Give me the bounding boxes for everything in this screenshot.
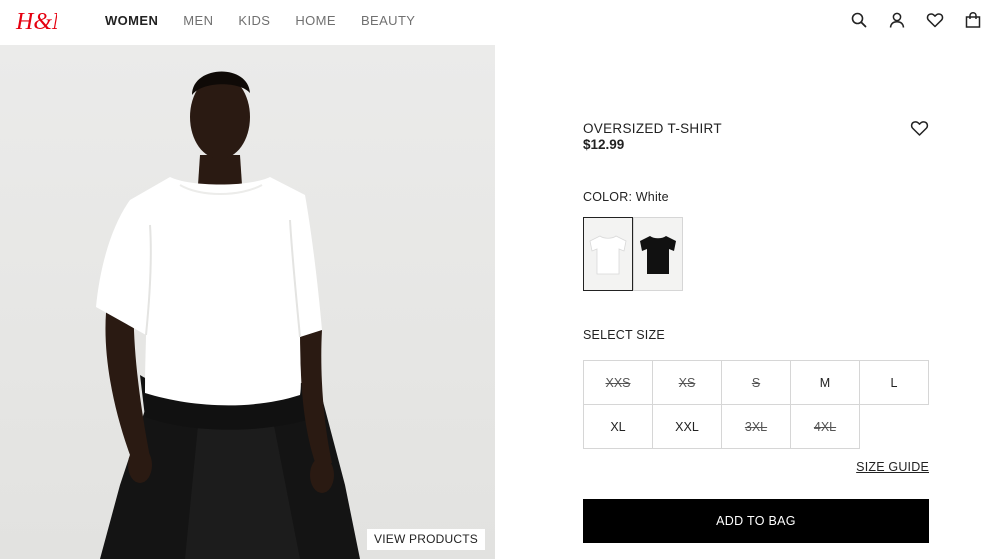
color-swatch-white[interactable] [583,217,633,291]
nav-item-men[interactable]: MEN [183,13,213,29]
white-tshirt-thumbnail [589,235,627,275]
bag-icon[interactable] [964,11,982,29]
account-icon[interactable] [888,11,906,29]
nav-item-beauty[interactable]: BEAUTY [361,13,415,29]
hm-logo-text: H&M [15,9,57,35]
header-icons [830,11,982,29]
hero-product-photo[interactable]: VIEW PRODUCTS [0,45,495,559]
color-swatch-black[interactable] [633,217,683,291]
size-option-xl[interactable]: XL [583,404,653,449]
size-option-l[interactable]: L [859,360,929,405]
nav-item-women[interactable]: WOMEN [105,13,158,29]
size-option-s[interactable]: S [721,360,791,405]
size-guide-link[interactable]: SIZE GUIDE [856,460,929,474]
size-option-xxs[interactable]: XXS [583,360,653,405]
size-option-4xl[interactable]: 4XL [790,404,860,449]
black-tshirt-thumbnail [640,236,676,274]
nav-item-home[interactable]: HOME [295,13,336,29]
model-illustration [96,71,360,559]
select-size-label: SELECT SIZE [583,328,665,342]
size-option-3xl[interactable]: 3XL [721,404,791,449]
size-option-xs[interactable]: XS [652,360,722,405]
search-icon[interactable] [850,11,868,29]
size-option-xxl[interactable]: XXL [652,404,722,449]
add-to-favorites-heart-icon[interactable] [910,119,929,137]
view-products-button[interactable]: VIEW PRODUCTS [367,529,485,550]
add-to-bag-button[interactable]: ADD TO BAG [583,499,929,543]
nav-item-kids[interactable]: KIDS [238,13,270,29]
product-title: OVERSIZED T-SHIRT [583,121,722,136]
site-header: H&M WOMEN MEN KIDS HOME BEAUTY [0,0,1000,45]
hm-logo[interactable]: H&M [15,6,57,36]
size-selector: XXS XS S M L XL XXL 3XL 4XL [583,360,929,449]
favorites-icon[interactable] [926,11,944,29]
main-nav: WOMEN MEN KIDS HOME BEAUTY [105,13,440,29]
product-price: $12.99 [583,137,625,152]
color-label: COLOR: White [583,190,669,204]
size-option-m[interactable]: M [790,360,860,405]
